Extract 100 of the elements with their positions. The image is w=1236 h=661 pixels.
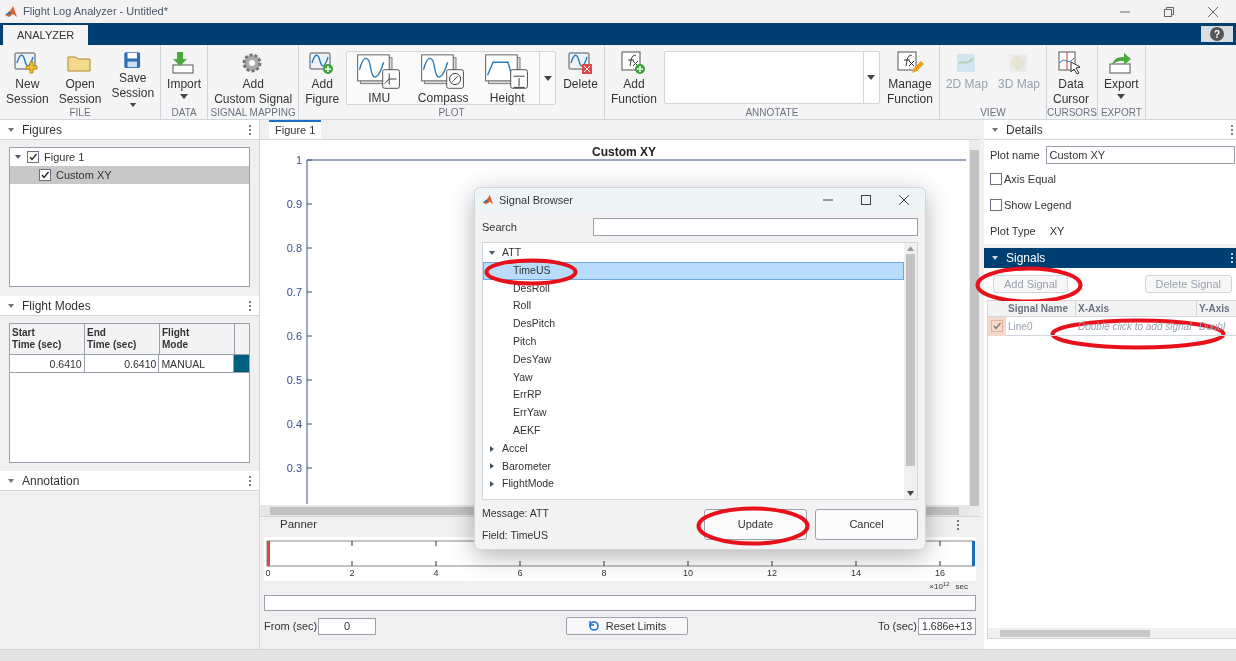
toolstrip-button[interactable]: Save Session: [106, 45, 160, 107]
tree-label: DesPitch: [513, 316, 555, 332]
caret-icon[interactable]: [7, 301, 15, 310]
field-label: Plot Type: [990, 223, 1036, 239]
panner-strip[interactable]: [264, 595, 976, 611]
axis-unit: sec: [955, 581, 968, 593]
tree-item[interactable]: Yaw: [483, 368, 904, 387]
column-header[interactable]: Flight Mode: [160, 324, 235, 354]
gallery-item[interactable]: IMU: [347, 52, 412, 104]
column-header[interactable]: X-Axis: [1076, 301, 1197, 316]
axis-tick-label: 0.4: [286, 418, 302, 430]
table-cell: 0.6410: [84, 355, 160, 372]
window-title: Flight Log Analyzer - Untitled*: [23, 4, 169, 20]
checkbox-label: Axis Equal: [1004, 171, 1056, 187]
axis-tick-label: 8: [601, 568, 607, 578]
axis-tick-label: 4: [433, 568, 439, 578]
reset-limits-button[interactable]: Reset Limits: [566, 617, 689, 635]
checkbox[interactable]: [990, 173, 1002, 185]
tree-label: ErrYaw: [513, 405, 547, 421]
cancel-button[interactable]: Cancel: [815, 509, 918, 540]
caret-icon[interactable]: [991, 125, 999, 134]
caret-icon[interactable]: [7, 125, 15, 134]
tree-item[interactable]: ErrRP: [483, 386, 904, 405]
more-icon[interactable]: [248, 474, 252, 487]
axis-tick-label: 0.3: [286, 462, 302, 474]
scroll-up-icon[interactable]: [907, 246, 914, 251]
column-header[interactable]: Start Time (sec): [10, 324, 85, 354]
caret-icon[interactable]: [488, 248, 496, 257]
more-icon[interactable]: [1230, 251, 1234, 264]
help-button[interactable]: ?: [1201, 26, 1233, 42]
tree-item[interactable]: Accel: [483, 439, 904, 458]
tree-item[interactable]: ErrYaw: [483, 404, 904, 422]
panel-title: Signals: [1006, 249, 1047, 267]
toolstrip-button[interactable]: Add Function: [605, 45, 662, 107]
tree-item[interactable]: AEKF: [483, 421, 904, 440]
checkbox[interactable]: [991, 320, 1003, 332]
more-icon[interactable]: [956, 519, 960, 531]
close-icon[interactable]: [1208, 6, 1218, 17]
gallery-item[interactable]: Compass: [411, 52, 476, 104]
column-header[interactable]: Signal Name: [1006, 301, 1076, 316]
tree-item[interactable]: Barometer: [483, 457, 904, 476]
tree-item[interactable]: Roll: [483, 297, 904, 316]
figure-tab[interactable]: Figure 1: [269, 120, 322, 139]
caret-icon[interactable]: [543, 75, 552, 81]
checkbox[interactable]: [39, 169, 51, 181]
from-field[interactable]: 0: [318, 617, 377, 635]
horizontal-scrollbar[interactable]: [988, 628, 1236, 638]
axis-tick-label: 0.9: [286, 198, 302, 210]
tree-item[interactable]: Pitch: [483, 333, 904, 351]
toolstrip-button[interactable]: Manage Function: [881, 45, 938, 107]
restore-icon[interactable]: [1164, 6, 1174, 17]
toolstrip-button[interactable]: Delete: [558, 45, 603, 107]
tree-item[interactable]: Custom XY: [10, 166, 249, 184]
plot-title: Custom XY: [592, 145, 656, 159]
toolstrip-button[interactable]: Add Custom Signal: [209, 45, 298, 107]
axis-tick-label: 10: [683, 568, 693, 578]
to-field[interactable]: 1.686e+13: [918, 617, 976, 635]
vertical-scrollbar[interactable]: [904, 243, 917, 499]
checkbox[interactable]: [990, 199, 1002, 211]
vertical-scrollbar[interactable]: [969, 140, 980, 516]
toolstrip-button[interactable]: Data Cursor: [1048, 45, 1094, 107]
search-field[interactable]: [593, 218, 918, 236]
tree-label: Yaw: [513, 369, 533, 385]
toolstrip-button[interactable]: New Session: [1, 45, 54, 107]
more-icon[interactable]: [248, 123, 252, 136]
axis-tick-label: 0: [265, 568, 271, 578]
tree-item[interactable]: DesPitch: [483, 315, 904, 333]
tree-label: AEKF: [513, 423, 541, 438]
column-header[interactable]: End Time (sec): [85, 324, 160, 354]
caret-icon: [1117, 94, 1126, 99]
axis-tick-label: 0.7: [286, 286, 302, 298]
ribbon-tab[interactable]: ANALYZER: [3, 25, 89, 45]
caret-icon[interactable]: [7, 476, 15, 485]
more-icon[interactable]: [248, 299, 252, 312]
toolstrip-button[interactable]: Open Session: [53, 45, 107, 107]
axis-tick-label: 14: [851, 568, 861, 578]
caret-icon[interactable]: [14, 153, 22, 161]
tree-item[interactable]: FlightMode: [483, 475, 904, 494]
axis-tick-label: 2: [349, 568, 355, 578]
tree-item[interactable]: TimeUS: [483, 261, 904, 280]
tree-item[interactable]: ATT: [483, 244, 904, 262]
toolstrip-button[interactable]: Import: [162, 45, 207, 107]
table-cell: 0.6410: [10, 355, 85, 372]
maximize-icon[interactable]: [861, 195, 871, 205]
toolstrip-button[interactable]: Add Figure: [300, 45, 345, 107]
close-icon[interactable]: [899, 195, 909, 205]
column-header[interactable]: Y-Axis: [1197, 301, 1236, 316]
caret-icon[interactable]: [991, 253, 999, 262]
field-text: Field: TimeUS: [482, 527, 549, 543]
panel-title: Figures: [22, 121, 63, 139]
scroll-down-icon[interactable]: [907, 491, 914, 496]
gallery-item[interactable]: Height: [475, 52, 540, 104]
tree-label: Roll: [513, 298, 532, 314]
toolstrip-button[interactable]: Export: [1099, 45, 1144, 107]
more-icon[interactable]: [1230, 123, 1234, 136]
tree-item[interactable]: DesYaw: [483, 350, 904, 369]
caret-icon[interactable]: [867, 75, 876, 80]
plot-name-field[interactable]: Custom XY: [1045, 146, 1235, 164]
checkbox[interactable]: [27, 151, 39, 163]
tree-item[interactable]: Figure 1: [10, 148, 249, 166]
